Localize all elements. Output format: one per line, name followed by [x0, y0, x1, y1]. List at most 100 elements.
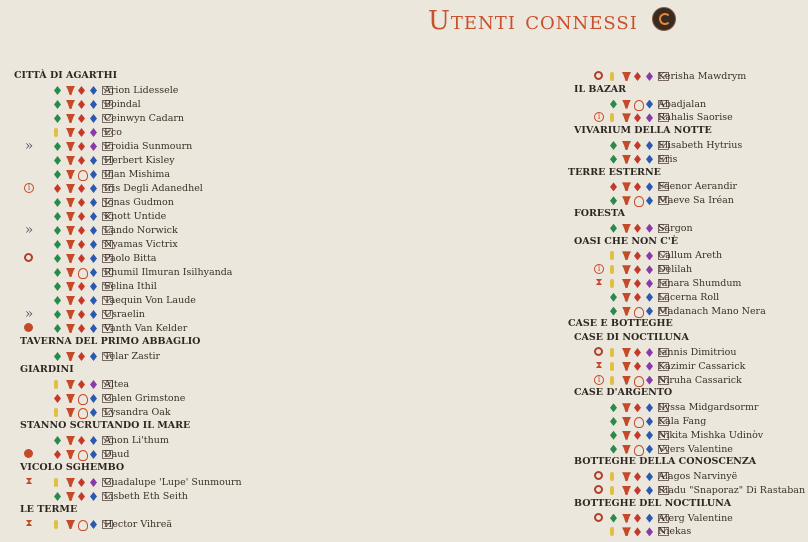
goblet-icon: [66, 128, 75, 137]
away-icon: »: [24, 306, 34, 322]
user-name-herbert-kisley[interactable]: Herbert Kisley: [104, 155, 175, 167]
user-name-kazimir-cassarick[interactable]: Kazimir Cassarick: [658, 361, 745, 373]
user-name-taequin-von-laude[interactable]: Taequin Von Laude: [104, 295, 196, 307]
user-name-faenor-aerandir[interactable]: Faenor Aerandir: [658, 181, 737, 193]
location-heading[interactable]: Foresta: [574, 208, 625, 220]
user-name-vyers-valentine[interactable]: Vyers Valentine: [658, 444, 733, 456]
gem-icon: [90, 380, 97, 389]
location-heading[interactable]: Oasi che non c'è: [574, 236, 678, 248]
user-name-maeve-sa-irean[interactable]: Maeve Sa Iréan: [658, 195, 734, 207]
gem-icon: [90, 478, 97, 487]
user-name-galen-grimstone[interactable]: Galen Grimstone: [104, 393, 185, 405]
refresh-icon[interactable]: [652, 7, 676, 31]
user-name-madanach-mano-nera[interactable]: Madanach Mano Nera: [658, 306, 766, 318]
ring-icon: [24, 253, 33, 262]
user-name-niruha-cassarick[interactable]: Niruha Cassarick: [658, 375, 742, 387]
user-name-altea[interactable]: Altea: [104, 379, 129, 391]
gem-icon: [54, 226, 61, 235]
user-name-boindal[interactable]: Boindal: [104, 99, 141, 111]
location-heading[interactable]: Il Bazar: [574, 84, 626, 96]
hourglass-icon: ⧗: [595, 277, 603, 288]
gem-icon: [78, 478, 85, 487]
user-name-delilah[interactable]: Delilah: [658, 264, 692, 276]
shield-icon: [634, 417, 644, 428]
user-name-jonas-gudmon[interactable]: Jonas Gudmon: [104, 197, 174, 209]
user-row: Vanth Van Kelder: [0, 322, 400, 336]
user-name-nyamas-victrix[interactable]: Nyamas Victrix: [104, 239, 178, 251]
user-name-kerisha-mawdrym[interactable]: Kerisha Mawdrym: [658, 71, 746, 83]
user-name-ceinwyn-cadarn[interactable]: Ceinwyn Cadarn: [104, 113, 184, 125]
user-name-nikita-mishka-udinov[interactable]: Nikita Mishka Udinòv: [658, 430, 763, 442]
user-name-rahalis-saorise[interactable]: Rahalis Saorise: [658, 112, 733, 124]
gem-icon: [634, 513, 641, 523]
location-heading[interactable]: Vivarium della Notte: [574, 125, 712, 137]
gem-icon: [634, 113, 641, 123]
user-name-callum-areth[interactable]: Callum Areth: [658, 250, 722, 262]
location-heading[interactable]: Le Terme: [20, 504, 77, 516]
gem-icon: [646, 306, 653, 316]
user-name-hector-vihrea[interactable]: Hector Vihreä: [104, 519, 172, 531]
location-heading[interactable]: Case d'Argento: [574, 387, 672, 399]
gem-icon: [634, 527, 641, 537]
user-name-daud[interactable]: Daud: [104, 449, 129, 461]
location-heading[interactable]: Terre Esterne: [568, 167, 661, 179]
user-name-sargon[interactable]: Sargon: [658, 223, 693, 235]
user-name-selina-ithil[interactable]: Selina Ithil: [104, 281, 157, 293]
user-name-kala-fang[interactable]: Kala Fang: [658, 416, 706, 428]
user-name-arion-lidessele[interactable]: Arion Lidessele: [104, 85, 178, 97]
user-name-ilyssa-midgardsormr[interactable]: Ilyssa Midgardsormr: [658, 402, 759, 414]
goblet-icon: [66, 282, 75, 291]
gem-icon: [78, 310, 85, 319]
user-name-lacerna-roll[interactable]: Lacerna Roll: [658, 292, 719, 304]
gem-icon: [634, 265, 641, 275]
user-name-iris-degli-adanedhel[interactable]: Iris Degli Adanedhel: [104, 183, 203, 195]
user-name-abadjalan[interactable]: Abadjalan: [658, 99, 706, 111]
user-name-eris[interactable]: Eris: [658, 154, 677, 166]
user-name-eco[interactable]: Eco: [104, 127, 122, 139]
ring-icon: [594, 485, 603, 494]
location-heading[interactable]: Taverna del Primo Abbaglio: [20, 336, 200, 348]
gem-icon: [610, 361, 614, 371]
user-name-elisabeth-hytrius[interactable]: Elisabeth Hytrius: [658, 140, 742, 152]
user-name-guadalupe-lupe-sunmourn[interactable]: Guadalupe 'Lupe' Sunmourn: [104, 477, 242, 489]
user-name-lando-norwick[interactable]: Lando Norwick: [104, 225, 178, 237]
gem-icon: [610, 527, 614, 537]
user-name-paolo-bitta[interactable]: Paolo Bitta: [104, 253, 156, 265]
user-name-knott-untide[interactable]: Knott Untide: [104, 211, 166, 223]
user-name-lisbeth-eth-seith[interactable]: Lisbeth Eth Seith: [104, 491, 188, 503]
user-name-riadu-snaporaz-di-rastaban[interactable]: Riadu "Snaporaz" Di Rastaban: [658, 485, 805, 497]
user-name-telar-zastir[interactable]: Telar Zastir: [104, 351, 160, 363]
gem-icon: [634, 141, 641, 150]
user-name-ilian-mishima[interactable]: Ilian Mishima: [104, 169, 170, 181]
user-row: Nyamas Victrix: [0, 238, 400, 252]
shield-icon: [78, 408, 88, 419]
user-row: Rhumil Ilmuran Isilhyanda: [0, 266, 400, 280]
gem-icon: [78, 240, 85, 249]
user-name-usraelin[interactable]: Usraelin: [104, 309, 145, 321]
location-heading[interactable]: Giardini: [20, 364, 74, 376]
user-name-eroidia-sunmourn[interactable]: Eroidia Sunmourn: [104, 141, 192, 153]
location-heading[interactable]: Stanno scrutando il mare: [20, 420, 190, 432]
user-name-aterg-valentine[interactable]: Aterg Valentine: [658, 513, 733, 525]
goblet-icon: [622, 403, 631, 413]
gem-icon: [610, 141, 617, 150]
user-name-niekas[interactable]: Niekas: [658, 526, 691, 538]
location-heading[interactable]: Botteghe del Noctiluna: [574, 498, 731, 510]
user-name-vanth-van-kelder[interactable]: Vanth Van Kelder: [104, 323, 187, 335]
goblet-icon: [622, 141, 631, 150]
user-name-anon-li-thum[interactable]: Anon Li'thum: [104, 435, 169, 447]
user-name-iannis-dimitriou[interactable]: Iannis Dimitriou: [658, 347, 737, 359]
user-row: Abadjalan: [560, 98, 808, 112]
location-heading[interactable]: Case e Botteghe: [568, 318, 673, 330]
goblet-icon: [66, 240, 75, 249]
location-heading[interactable]: Vicolo Sghembo: [20, 462, 124, 474]
gem-icon: [54, 128, 58, 137]
user-name-alagos-narvinye[interactable]: Alagos Narvinyë: [658, 471, 737, 483]
location-heading[interactable]: Città di Agarthi: [14, 70, 117, 82]
user-name-janara-shumdum[interactable]: Janara Shumdum: [658, 278, 741, 290]
location-heading[interactable]: Case di Noctiluna: [574, 332, 689, 344]
user-name-rhumil-ilmuran-isilhyanda[interactable]: Rhumil Ilmuran Isilhyanda: [104, 267, 232, 279]
gem-icon: [90, 450, 97, 459]
location-heading[interactable]: Botteghe della Conoscenza: [574, 456, 756, 468]
user-name-lysandra-oak[interactable]: Lysandra Oak: [104, 407, 171, 419]
